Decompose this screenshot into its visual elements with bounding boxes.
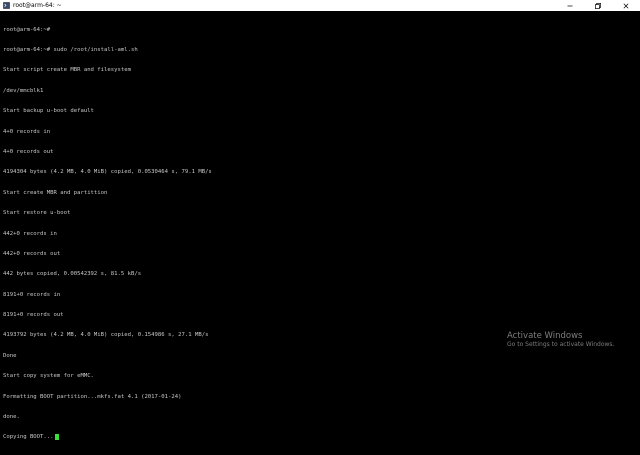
terminal-line: root@arm-64:~#: [3, 26, 51, 33]
close-icon: [623, 3, 629, 8]
terminal-line: Start script create MBR and filesystem: [3, 67, 131, 74]
terminal-line: 4+0 records out: [3, 148, 54, 155]
maximize-button[interactable]: [584, 0, 612, 11]
terminal-line: root@arm-64:~# sudo /root/install-aml.sh: [3, 46, 138, 53]
close-button[interactable]: [612, 0, 640, 11]
terminal-line: /dev/mmcblk1: [3, 87, 44, 94]
maximize-icon: [595, 2, 601, 9]
terminal-line: 4193792 bytes (4.2 MB, 4.0 MiB) copied, …: [3, 332, 209, 339]
terminal-line: Start restore u-boot: [3, 210, 71, 217]
terminal-line: 8191+0 records out: [3, 312, 64, 319]
activate-windows-title: Activate Windows: [507, 331, 583, 341]
activate-windows-subtitle: Go to Settings to activate Windows.: [507, 341, 615, 348]
terminal-line: Formatting BOOT partition...mkfs.fat 4.1…: [3, 393, 182, 400]
minimize-icon: [567, 5, 573, 6]
activate-windows-watermark: Activate Windows Go to Settings to activ…: [507, 331, 614, 349]
terminal-icon[interactable]: [3, 2, 10, 9]
terminal-line: 442 bytes copied, 0.00542392 s, 81.5 kB/…: [3, 271, 142, 278]
terminal-line: Start copy system for eMMC.: [3, 373, 94, 380]
terminal-current-line: Copying BOOT...: [3, 434, 212, 441]
terminal-line: Start backup u-boot default: [3, 108, 94, 115]
terminal-line: 442+0 records in: [3, 230, 57, 237]
terminal-output-area[interactable]: root@arm-64:~# root@arm-64:~# sudo /root…: [0, 11, 640, 441]
window-controls: [556, 0, 640, 11]
terminal-line: done.: [3, 414, 20, 421]
terminal-line: 4+0 records in: [3, 128, 51, 135]
terminal-line: Done: [3, 352, 17, 359]
minimize-button[interactable]: [556, 0, 584, 11]
terminal-line-text: Copying BOOT...: [3, 434, 54, 441]
terminal-cursor: [54, 434, 59, 441]
terminal-lines: root@arm-64:~# root@arm-64:~# sudo /root…: [3, 13, 212, 455]
terminal-line: 4194304 bytes (4.2 MB, 4.0 MiB) copied, …: [3, 169, 212, 176]
window-title: root@arm-64: ~: [13, 2, 62, 9]
terminal-line: Start create MBR and partittion: [3, 189, 108, 196]
terminal-line: 442+0 records out: [3, 250, 61, 257]
terminal-line: 8191+0 records in: [3, 291, 61, 298]
window-titlebar[interactable]: root@arm-64: ~: [0, 0, 640, 11]
